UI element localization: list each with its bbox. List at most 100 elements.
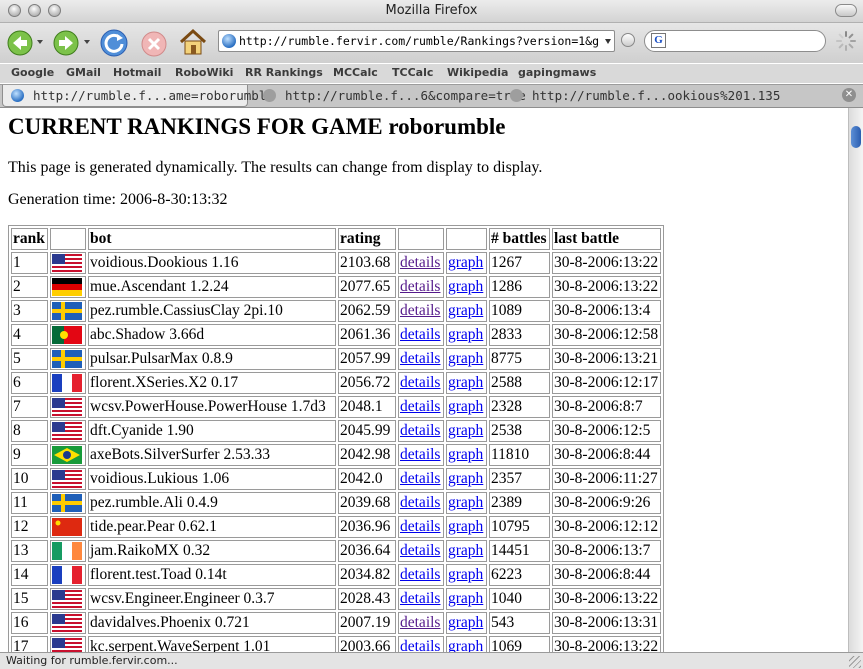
bookmark-tccalc[interactable]: TCCalc [392,66,433,79]
graph-link[interactable]: graph [448,398,483,415]
back-button[interactable] [6,26,34,60]
bot-cell: pez.rumble.CassiusClay 2pi.10 [88,300,336,322]
details-link[interactable]: details [400,590,440,607]
home-button[interactable] [178,25,208,59]
page-heading: CURRENT RANKINGS FOR GAME roborumble [8,114,506,139]
forward-history-dropdown-icon[interactable] [84,40,90,44]
bot-cell: florent.XSeries.X2 0.17 [88,372,336,394]
rank-cell: 15 [11,588,48,610]
bot-cell: dft.Cyanide 1.90 [88,420,336,442]
back-history-dropdown-icon[interactable] [37,40,43,44]
bookmark-gmail[interactable]: GMail [66,66,101,79]
graph-link[interactable]: graph [448,614,483,631]
details-link[interactable]: details [400,254,440,271]
close-tab-icon[interactable]: ✕ [842,88,856,102]
flag-cell [50,396,86,418]
bot-cell: voidious.Lukious 1.06 [88,468,336,490]
bookmark-hotmail[interactable]: Hotmail [113,66,161,79]
details-cell: details [398,540,444,562]
graph-link[interactable]: graph [448,446,483,463]
bot-cell: mue.Ascendant 1.2.24 [88,276,336,298]
tab-rankings[interactable]: http://rumble.f...ame=roborumble [2,85,274,107]
url-bar[interactable]: http://rumble.fervir.com/rumble/Rankings… [218,30,615,52]
graph-link[interactable]: graph [448,470,483,487]
graph-link[interactable]: graph [448,254,483,271]
graph-link[interactable]: graph [448,422,483,439]
stop-icon [141,31,167,57]
rank-cell: 6 [11,372,48,394]
search-box[interactable]: G [644,30,826,52]
details-link[interactable]: details [400,518,440,535]
rank-cell: 5 [11,348,48,370]
url-text[interactable]: http://rumble.fervir.com/rumble/Rankings… [239,34,599,48]
graph-link[interactable]: graph [448,494,483,511]
bookmark-wikipedia[interactable]: Wikipedia [447,66,508,79]
flag-cell [50,588,86,610]
details-link[interactable]: details [400,614,440,631]
country-flag-icon-us [52,422,82,441]
reload-button[interactable] [99,26,129,60]
forward-button[interactable] [52,26,80,60]
flag-cell [50,468,86,490]
details-link[interactable]: details [400,542,440,559]
google-search-engine-icon[interactable]: G [651,33,666,48]
graph-link[interactable]: graph [448,518,483,535]
graph-link[interactable]: graph [448,638,483,652]
details-link[interactable]: details [400,326,440,343]
stop-button[interactable] [140,27,168,61]
bookmark-robowiki[interactable]: RoboWiki [175,66,233,79]
details-link[interactable]: details [400,302,440,319]
scrollbar-thumb[interactable] [851,126,861,148]
url-history-dropdown-icon[interactable] [605,39,611,44]
graph-link[interactable]: graph [448,350,483,367]
bookmark-rr-rankings[interactable]: RR Rankings [245,66,323,79]
last-battle-cell: 30-8-2006:13:22 [552,252,661,274]
go-button[interactable] [621,33,635,47]
tab-compare[interactable]: http://rumble.f...6&compare=true [255,85,526,107]
graph-link[interactable]: graph [448,374,483,391]
details-link[interactable]: details [400,422,440,439]
toolbar-toggle-button[interactable] [835,4,857,17]
battles-cell: 2538 [489,420,550,442]
details-link[interactable]: details [400,566,440,583]
rating-cell: 2103.68 [338,252,396,274]
bookmark-google[interactable]: Google [11,66,54,79]
resize-grip-icon[interactable] [849,656,861,668]
battles-cell: 14451 [489,540,550,562]
graph-link[interactable]: graph [448,542,483,559]
bot-cell: florent.test.Toad 0.14t [88,564,336,586]
flag-cell [50,372,86,394]
battles-cell: 1089 [489,300,550,322]
bookmark-gapingmaws[interactable]: gapingmaws [518,66,596,79]
details-link[interactable]: details [400,374,440,391]
tab-label: http://rumble.f...ame=roborumble [33,88,274,103]
details-link[interactable]: details [400,494,440,511]
table-row: 2 mue.Ascendant 1.2.24 2077.65 details graph… [11,276,661,298]
rank-cell: 4 [11,324,48,346]
flag-cell [50,444,86,466]
graph-link[interactable]: graph [448,302,483,319]
last-battle-cell: 30-8-2006:13:22 [552,636,661,652]
details-link[interactable]: details [400,446,440,463]
country-flag-icon-se [52,494,82,513]
graph-link[interactable]: graph [448,326,483,343]
table-row: 12 tide.pear.Pear 0.62.1 2036.96 details gra… [11,516,661,538]
bookmark-mccalc[interactable]: MCCalc [333,66,378,79]
graph-link[interactable]: graph [448,590,483,607]
last-battle-cell: 30-8-2006:13:21 [552,348,661,370]
back-arrow-icon [7,30,33,56]
tab-bot-details[interactable]: http://rumble.f...ookious%201.135 [502,85,780,107]
graph-link[interactable]: graph [448,566,483,583]
rating-cell: 2061.36 [338,324,396,346]
country-flag-icon-fr [52,374,82,393]
vertical-scrollbar[interactable] [848,108,863,652]
graph-link[interactable]: graph [448,278,483,295]
bot-cell: davidalves.Phoenix 0.721 [88,612,336,634]
details-link[interactable]: details [400,638,440,652]
details-link[interactable]: details [400,278,440,295]
details-link[interactable]: details [400,398,440,415]
details-cell: details [398,516,444,538]
graph-cell: graph [446,516,487,538]
details-link[interactable]: details [400,350,440,367]
details-link[interactable]: details [400,470,440,487]
